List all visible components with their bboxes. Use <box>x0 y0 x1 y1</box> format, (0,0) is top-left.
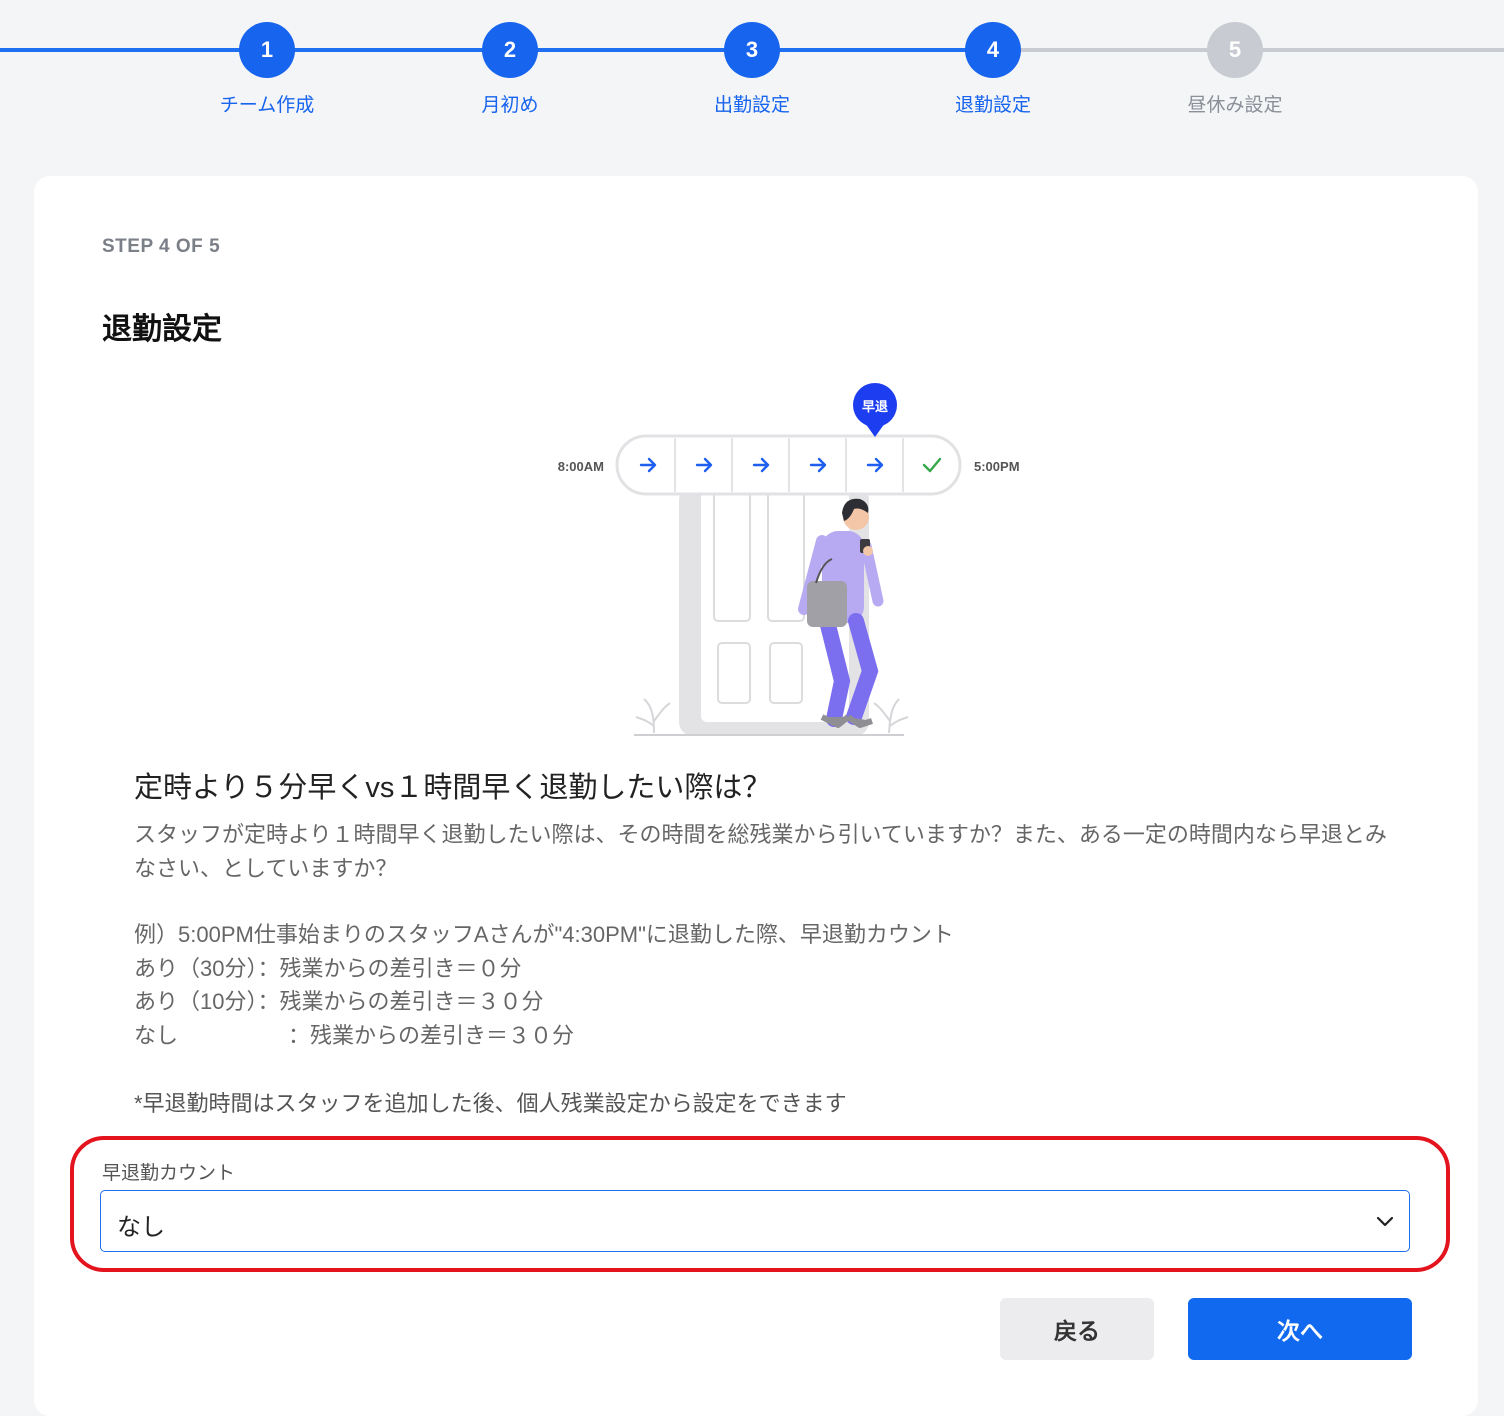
end-time-label: 5:00PM <box>974 459 1020 474</box>
stepper-step-5[interactable]: 5 昼休み設定 <box>1135 22 1335 117</box>
next-button[interactable]: 次へ <box>1188 1298 1412 1360</box>
select-value: なし <box>117 1214 165 1241</box>
footnote: *早退勤時間はスタッフを追加した後、個人残業設定から設定をできます <box>134 1091 847 1116</box>
step-indicator: STEP 4 OF 5 <box>102 236 221 257</box>
illustration-svg: 早退 8:00AM 5:00PM <box>558 383 1020 736</box>
chevron-down-icon <box>1376 1216 1394 1227</box>
step-number: 4 <box>965 22 1021 78</box>
example-line: あり（10分）：残業からの差引き＝３０分 <box>134 989 544 1014</box>
example-line: 例）5:00PM仕事始まりのスタッフAさんが"4:30PM"に退勤した際、早退勤… <box>134 922 954 947</box>
question-title: 定時より５分早くvs１時間早く退勤したい際は？ <box>134 772 772 804</box>
back-button[interactable]: 戻る <box>1000 1298 1154 1360</box>
start-time-label: 8:00AM <box>558 459 604 474</box>
question-description: スタッフが定時より１時間早く退勤したい際は、その時間を総残業から引いていますか？… <box>134 822 1387 881</box>
example-line: あり（30分）：残業からの差引き＝０分 <box>134 955 522 981</box>
stepper-step-4[interactable]: 4 退勤設定 <box>893 22 1093 117</box>
stepper-step-1[interactable]: 1 チーム作成 <box>167 22 367 117</box>
step-label: チーム作成 <box>219 95 315 116</box>
step-label: 退勤設定 <box>954 95 1031 116</box>
early-leave-count-label: 早退勤カウント <box>102 1163 236 1184</box>
stepper-step-3[interactable]: 3 出勤設定 <box>652 22 852 117</box>
pin-label: 早退 <box>862 400 888 415</box>
step-number: 3 <box>724 22 780 78</box>
page-title: 退勤設定 <box>102 313 222 346</box>
settings-card: STEP 4 OF 5 退勤設定 早退 8:00AM 5:00PM 定時より５分… <box>34 176 1478 1416</box>
stepper-step-2[interactable]: 2 月初め <box>410 22 610 117</box>
step-number: 2 <box>482 22 538 78</box>
progress-stepper: 1 チーム作成 2 月初め 3 出勤設定 4 退勤設定 5 昼休み設定 <box>0 0 1504 140</box>
step-label: 出勤設定 <box>713 95 790 116</box>
example-list: 例）5:00PM仕事始まりのスタッフAさんが"4:30PM"に退勤した際、早退勤… <box>134 918 954 1052</box>
plant-right <box>873 698 909 734</box>
example-line: なし ：残業からの差引き＝３０分 <box>134 1022 575 1048</box>
step-label: 月初め <box>481 95 539 116</box>
step-label: 昼休み設定 <box>1187 95 1283 116</box>
plant-left <box>635 698 671 734</box>
early-leave-count-select[interactable]: なし <box>100 1190 1410 1252</box>
step-number: 1 <box>239 22 295 78</box>
step-number: 5 <box>1207 22 1263 78</box>
early-leave-illustration: 早退 8:00AM 5:00PM <box>504 381 1024 741</box>
